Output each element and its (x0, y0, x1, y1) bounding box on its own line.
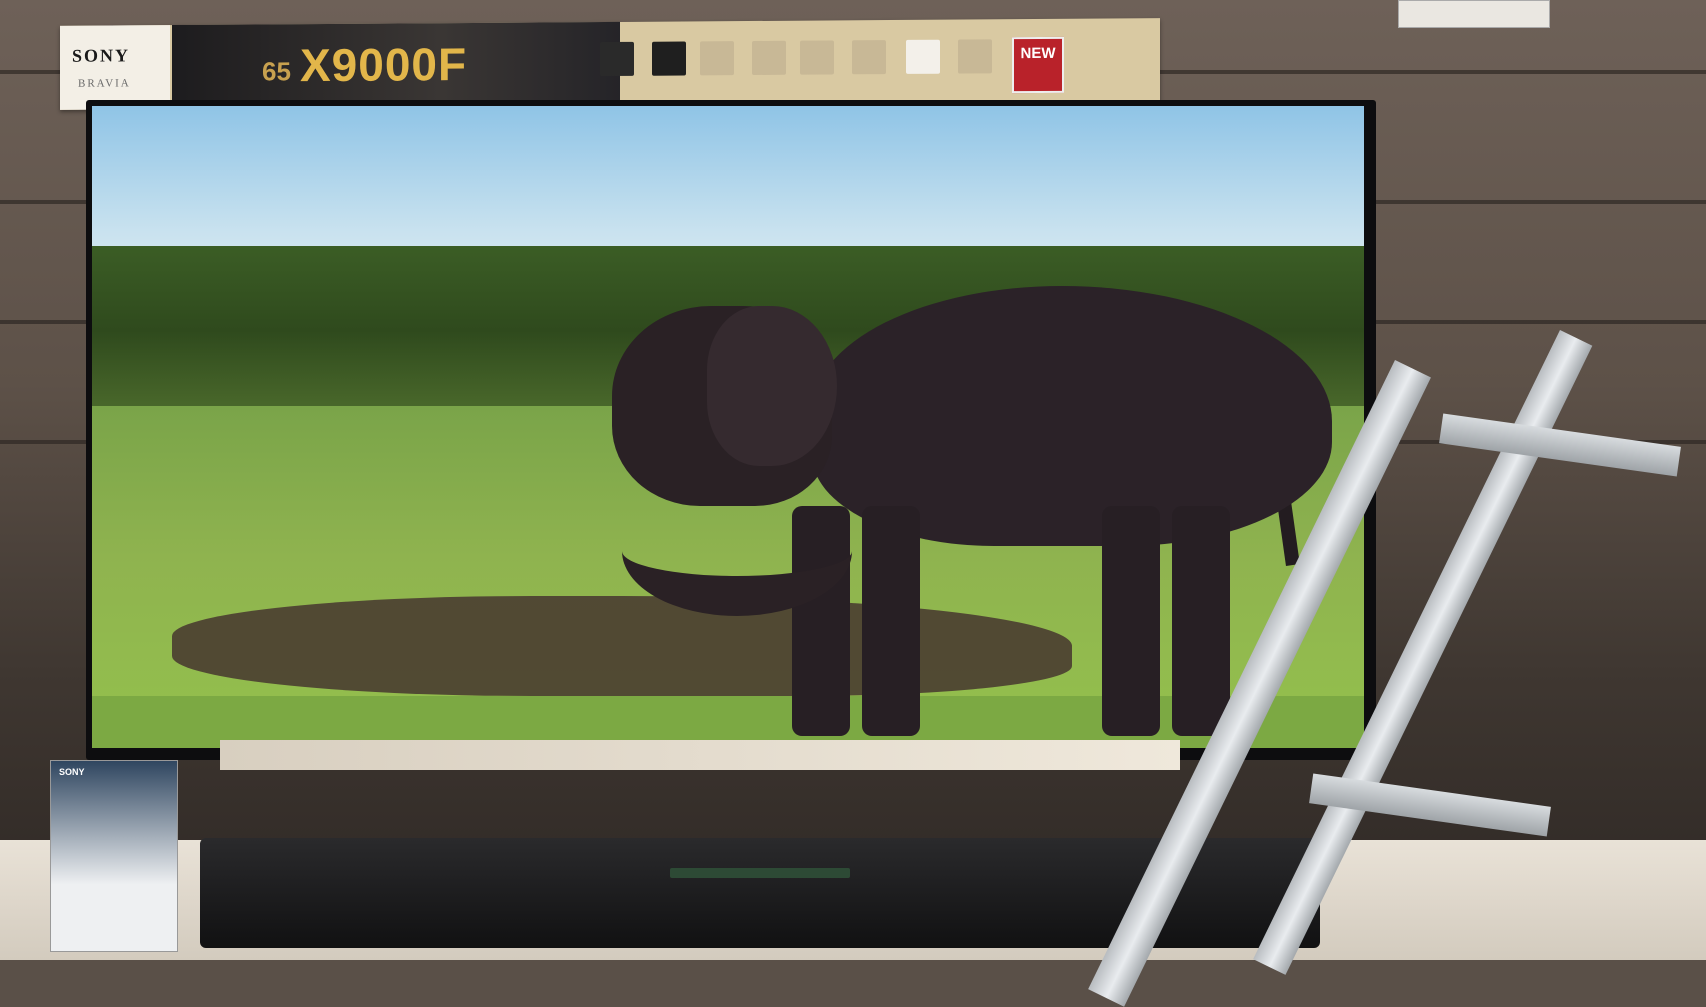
product-banner: SONY BRAVIA 65 X9000F NEW (60, 18, 1160, 110)
4k-hdr-icon (652, 41, 686, 76)
elephant-leg (862, 506, 920, 736)
model-band: 65 X9000F (172, 21, 620, 110)
color-icon (800, 40, 834, 75)
tv-stand (220, 740, 1180, 770)
japan-flag-icon (906, 39, 940, 74)
bravia-logo: BRAVIA (78, 77, 131, 90)
elephant-leg (1102, 506, 1160, 736)
android-tv-icon (852, 40, 886, 75)
tv-screen (92, 106, 1364, 748)
elephant-trunk (622, 486, 852, 616)
feature-icon (700, 41, 734, 76)
product-brochure: SONY (50, 760, 178, 952)
brochure-brand: SONY (59, 767, 85, 777)
mud-patch (172, 596, 1072, 696)
feature-icon (752, 40, 786, 76)
model-name: X9000F (300, 37, 468, 92)
brand-panel: SONY BRAVIA (60, 25, 170, 110)
sony-logo: SONY (72, 45, 131, 66)
elephant-ear (707, 306, 837, 466)
processor-icon (600, 41, 634, 77)
soundbar-display (670, 868, 850, 878)
elephant-leg (1172, 506, 1230, 736)
wall-sign (1398, 0, 1550, 28)
new-badge: NEW (1012, 36, 1064, 94)
size-icon (958, 39, 992, 74)
screen-size-label: 65 (262, 56, 291, 87)
